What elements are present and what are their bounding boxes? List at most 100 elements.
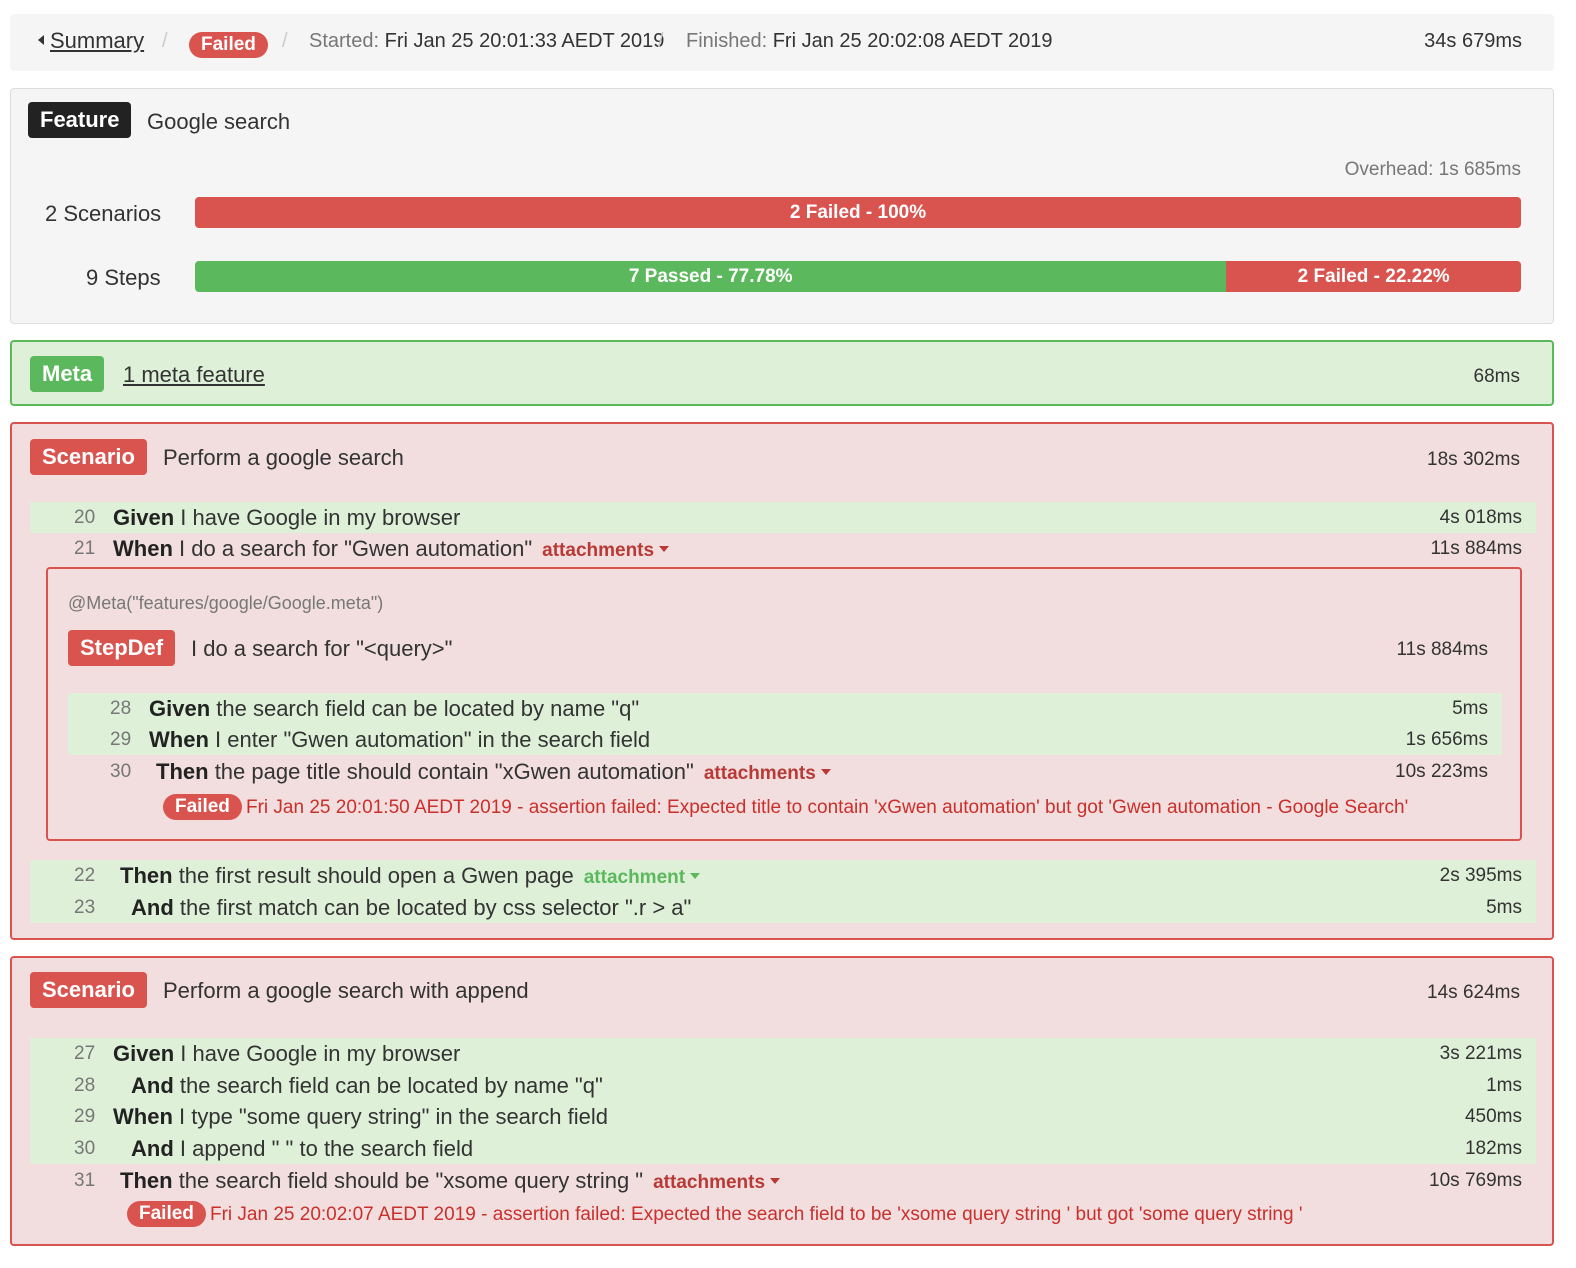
step-description: I append " " to the search field [179, 1136, 474, 1161]
stepdef-duration: 11s 884ms [1396, 639, 1488, 660]
line-number: 27 [74, 1043, 96, 1064]
step-duration: 5ms [1452, 698, 1488, 719]
step-row: 30 And I append " " to the search field … [30, 1133, 1536, 1164]
step-keyword: Then [120, 863, 173, 888]
step-row: 29 When I enter "Gwen automation" in the… [68, 724, 1502, 755]
step-row: 28 Given the search field can be located… [68, 693, 1502, 724]
meta-panel: Meta 1 meta feature 68ms [10, 340, 1554, 406]
step-duration: 1s 656ms [1405, 729, 1488, 750]
step-row: 28 And the search field can be located b… [30, 1070, 1536, 1101]
step-text: Then the first result should open a Gwen… [120, 863, 701, 889]
step-row: 29 When I type "some query string" in th… [30, 1101, 1536, 1132]
scenario-duration: 14s 624ms [1427, 982, 1520, 1003]
line-number: 29 [110, 729, 132, 750]
caret-left-icon [38, 35, 44, 46]
line-number: 30 [110, 761, 132, 782]
step-text: Then the search field should be "xsome q… [120, 1168, 781, 1194]
step-keyword: And [131, 895, 174, 920]
error-badge: Failed [163, 794, 242, 820]
step-keyword: When [113, 1104, 173, 1129]
step-row: 22 Then the first result should open a G… [30, 860, 1536, 891]
summary-link[interactable]: Summary [38, 28, 144, 54]
step-duration: 2s 395ms [1439, 865, 1522, 886]
step-text: And the search field can be located by n… [131, 1073, 603, 1099]
step-text: Given I have Google in my browser [113, 505, 460, 531]
step-row: 23 And the first match can be located by… [30, 892, 1536, 923]
step-description: I have Google in my browser [180, 1041, 461, 1066]
overhead: Overhead: 1s 685ms [1344, 159, 1521, 180]
step-row: 20 Given I have Google in my browser 4s … [30, 502, 1536, 533]
step-keyword: Given [113, 1041, 175, 1066]
line-number: 23 [74, 897, 96, 918]
caret-down-icon [820, 768, 831, 775]
meta-feature-link[interactable]: 1 meta feature [123, 362, 265, 388]
error-badge-label: Failed [127, 1201, 206, 1227]
error-message: Fri Jan 25 20:02:07 AEDT 2019 - assertio… [210, 1204, 1303, 1225]
step-description: the search field can be located by name … [216, 696, 640, 721]
scenario-panel-2: Scenario Perform a google search with ap… [10, 956, 1554, 1246]
breadcrumb-separator: / [162, 30, 168, 52]
step-keyword: Then [120, 1168, 173, 1193]
finished-time: Fri Jan 25 20:02:08 AEDT 2019 [772, 30, 1053, 52]
total-duration: 34s 679ms [1424, 30, 1522, 52]
step-duration: 4s 018ms [1439, 507, 1522, 528]
status-badge-label: Failed [189, 32, 268, 58]
meta-label: Meta [30, 356, 105, 392]
step-text: When I do a search for "Gwen automation"… [113, 536, 670, 562]
finished-label: Finished: [686, 30, 768, 52]
scenarios-failed-segment: 2 Failed - 100% [195, 197, 1521, 228]
step-duration: 11s 884ms [1430, 538, 1522, 559]
finished-info: Finished: Fri Jan 25 20:02:08 AEDT 2019 [686, 30, 1053, 53]
step-text: Given I have Google in my browser [113, 1041, 460, 1067]
step-duration: 10s 769ms [1429, 1170, 1522, 1191]
step-keyword: And [131, 1136, 174, 1161]
steps-count: 9 Steps [86, 265, 161, 290]
started-label: Started: [309, 30, 380, 52]
feature-name: Google search [147, 109, 291, 134]
attachments-label: attachments [703, 763, 816, 784]
step-description: the first result should open a Gwen page [178, 863, 574, 888]
step-text: When I type "some query string" in the s… [113, 1104, 608, 1130]
scenario-label: Scenario [30, 972, 147, 1008]
step-description: I have Google in my browser [180, 505, 461, 530]
attachment-toggle[interactable]: attachment [584, 867, 701, 888]
line-number: 20 [74, 507, 96, 528]
step-row: 27 Given I have Google in my browser 3s … [30, 1038, 1536, 1069]
line-number: 31 [74, 1170, 96, 1191]
step-duration: 5ms [1486, 897, 1522, 918]
meta-annotation: @Meta("features/google/Google.meta") [68, 593, 384, 613]
caret-down-icon [659, 545, 670, 552]
step-duration: 182ms [1464, 1138, 1522, 1159]
error-message: Fri Jan 25 20:01:50 AEDT 2019 - assertio… [246, 797, 1409, 818]
steps-passed-segment: 7 Passed - 77.78% [195, 261, 1227, 292]
attachments-label: attachments [653, 1172, 766, 1193]
feature-label: Feature [28, 102, 132, 138]
step-text: When I enter "Gwen automation" in the se… [149, 727, 650, 753]
step-description: the first match can be located by css se… [179, 895, 692, 920]
step-description: the search field should be "xsome query … [178, 1168, 644, 1193]
scenarios-count: 2 Scenarios [45, 201, 162, 226]
scenarios-progress-bar: 2 Failed - 100% [195, 197, 1521, 228]
attachments-toggle[interactable]: attachments [704, 763, 831, 784]
stepdef-name: I do a search for "<query>" [191, 636, 453, 661]
attachments-toggle[interactable]: attachments [653, 1172, 781, 1193]
step-keyword: And [131, 1073, 174, 1098]
started-time: Fri Jan 25 20:01:33 AEDT 2019 [384, 30, 665, 52]
step-row: 31 Then the search field should be "xsom… [30, 1165, 1536, 1196]
steps-failed-segment: 2 Failed - 22.22% [1226, 261, 1521, 292]
step-duration: 450ms [1464, 1106, 1522, 1127]
scenario-name: Perform a google search with append [163, 978, 529, 1003]
line-number: 29 [74, 1106, 96, 1127]
line-number: 30 [74, 1138, 96, 1159]
started-info: Started: Fri Jan 25 20:01:33 AEDT 2019 [309, 30, 664, 53]
step-description: I type "some query string" in the search… [179, 1104, 608, 1129]
scenario-name: Perform a google search [163, 445, 404, 470]
error-badge: Failed [127, 1201, 206, 1227]
scenario-panel-1: Scenario Perform a google search 18s 302… [10, 422, 1554, 940]
attachments-toggle[interactable]: attachments [542, 540, 670, 561]
status-badge: Failed [189, 32, 268, 58]
steps-progress-bar: 7 Passed - 77.78% 2 Failed - 22.22% [195, 261, 1521, 292]
step-description: the page title should contain "xGwen aut… [214, 759, 694, 784]
step-keyword: When [113, 536, 173, 561]
feature-panel: Feature Google search Overhead: 1s 685ms… [10, 88, 1554, 324]
